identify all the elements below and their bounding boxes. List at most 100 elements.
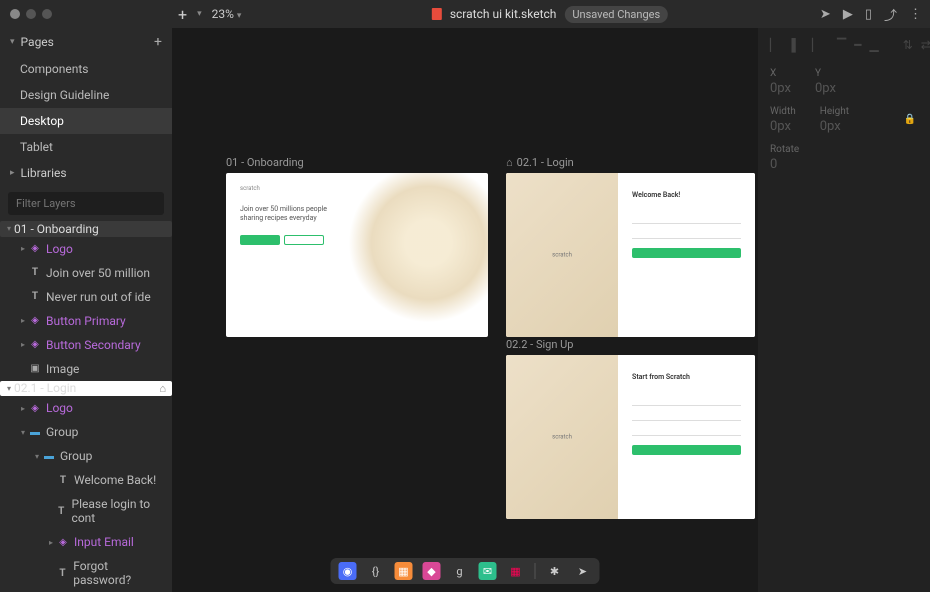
- symbol-icon: ◈: [28, 243, 42, 254]
- login-logo: scratch: [552, 252, 572, 259]
- signup-name-field: [632, 398, 741, 406]
- cursor-icon[interactable]: ➤: [820, 7, 831, 22]
- align-left-icon[interactable]: ▏: [770, 38, 779, 52]
- rotate-value[interactable]: 0: [770, 157, 799, 172]
- chevron-down-icon: ▾: [32, 452, 42, 461]
- folder-icon: ▬: [28, 427, 42, 438]
- layer-artboard-onboarding[interactable]: ▾ 01 - Onboarding: [0, 221, 172, 237]
- align-bottom-icon[interactable]: ▁: [869, 38, 878, 52]
- plugin-dock: ◉ {} ▦ ◆ g ✉ ▦ ✱ ➤: [331, 558, 600, 584]
- signup-title: Start from Scratch: [632, 373, 741, 381]
- layer-artboard-login[interactable]: ▾ 02.1 - Login ⌂: [0, 381, 172, 397]
- layer-button-primary[interactable]: ▸ ◈ Button Primary: [0, 309, 172, 333]
- minimize-dot[interactable]: [26, 9, 36, 19]
- layer-label: Logo: [46, 242, 73, 256]
- align-center-icon[interactable]: ▐: [787, 38, 796, 52]
- layer-group-2[interactable]: ▾ ▬ Group: [0, 444, 172, 468]
- dock-grid-icon[interactable]: ▦: [507, 562, 525, 580]
- layer-text-welcome[interactable]: T Welcome Back!: [0, 468, 172, 492]
- canvas[interactable]: 01 - Onboarding scratch Join over 50 mil…: [172, 28, 758, 592]
- dock-abstract-icon[interactable]: ◆: [423, 562, 441, 580]
- layer-logo[interactable]: ▸ ◈ Logo: [0, 237, 172, 261]
- artboard-label-login[interactable]: ⌂ 02.1 - Login: [506, 156, 755, 169]
- dock-separator: [535, 563, 536, 579]
- artboard-onboarding[interactable]: scratch Join over 50 millions people sha…: [226, 173, 488, 337]
- layer-label: 01 - Onboarding: [14, 222, 99, 236]
- window-controls[interactable]: [10, 9, 52, 19]
- page-item-desktop[interactable]: Desktop: [0, 108, 172, 134]
- text-icon: T: [56, 475, 70, 486]
- chevron-down-icon: ▾: [4, 384, 14, 393]
- dock-slack-icon[interactable]: ✱: [546, 562, 564, 580]
- dock-zeplin-icon[interactable]: ▦: [395, 562, 413, 580]
- close-dot[interactable]: [10, 9, 20, 19]
- height-value[interactable]: 0px: [820, 119, 849, 134]
- play-icon[interactable]: ▶: [843, 7, 853, 22]
- page-item-design-guideline[interactable]: Design Guideline: [0, 82, 172, 108]
- align-right-icon[interactable]: ▕: [804, 38, 813, 52]
- layer-text-please-login[interactable]: T Please login to cont: [0, 492, 172, 530]
- layer-logo-2[interactable]: ▸ ◈ Logo: [0, 396, 172, 420]
- export-icon[interactable]: ⤴: [884, 5, 897, 24]
- layer-label: Image: [46, 362, 79, 376]
- x-value[interactable]: 0px: [770, 81, 791, 96]
- artboard-login[interactable]: scratch Welcome Back!: [506, 173, 755, 337]
- width-value[interactable]: 0px: [770, 119, 796, 134]
- pages-section-header[interactable]: ▾ Pages +: [0, 28, 172, 56]
- signup-submit-button: [632, 445, 741, 455]
- layer-image[interactable]: ▣ Image: [0, 357, 172, 381]
- libraries-section-header[interactable]: ▸ Libraries: [0, 160, 172, 186]
- chevron-down-icon: ▾: [18, 428, 28, 437]
- layer-group-1[interactable]: ▾ ▬ Group: [0, 420, 172, 444]
- dock-g-icon[interactable]: g: [451, 562, 469, 580]
- layer-text-forgot[interactable]: T Forgot password?: [0, 554, 172, 592]
- text-icon: T: [55, 506, 68, 517]
- layer-text-join[interactable]: T Join over 50 million: [0, 261, 172, 285]
- login-password-field: [632, 231, 741, 239]
- more-icon[interactable]: ⋮: [909, 7, 922, 22]
- page-item-components[interactable]: Components: [0, 56, 172, 82]
- width-label: Width: [770, 106, 796, 117]
- layer-label: Logo: [46, 401, 73, 415]
- insert-icon[interactable]: +: [178, 5, 187, 24]
- align-top-icon[interactable]: ▔: [837, 38, 846, 52]
- dock-code-icon[interactable]: {}: [367, 562, 385, 580]
- chevron-down-icon: ▾: [4, 224, 14, 233]
- login-link: [632, 262, 741, 267]
- pages-label: Pages: [21, 35, 54, 49]
- align-middle-icon[interactable]: ━: [854, 38, 861, 52]
- layer-label: Group: [60, 449, 92, 463]
- document-title: scratch ui kit.sketch: [450, 7, 557, 21]
- zoom-level[interactable]: 23% ▾: [212, 7, 242, 21]
- layer-text-never[interactable]: T Never run out of ide: [0, 285, 172, 309]
- login-left-panel: scratch: [506, 173, 618, 337]
- maximize-dot[interactable]: [42, 9, 52, 19]
- insert-chevron-icon[interactable]: ▾: [197, 9, 202, 19]
- layer-label: Input Email: [74, 535, 134, 549]
- layer-label: Never run out of ide: [46, 290, 151, 304]
- layer-input-email[interactable]: ▸ ◈ Input Email: [0, 530, 172, 554]
- onboard-primary-button: [240, 235, 280, 245]
- add-page-icon[interactable]: +: [154, 34, 162, 50]
- lock-icon[interactable]: 🔒: [904, 114, 916, 125]
- device-icon[interactable]: ▯: [865, 7, 872, 22]
- artboard-label-onboarding[interactable]: 01 - Onboarding: [226, 156, 488, 169]
- filter-layers-input[interactable]: [8, 192, 164, 215]
- dock-rocket-icon[interactable]: ➤: [574, 562, 592, 580]
- left-sidebar: ▾ Pages + Components Design Guideline De…: [0, 28, 172, 592]
- artboard-label-signup[interactable]: 02.2 - Sign Up: [506, 338, 755, 351]
- dock-chat-icon[interactable]: ✉: [479, 562, 497, 580]
- distribute-h-icon[interactable]: ⇅: [903, 38, 913, 52]
- artboard-signup[interactable]: scratch Start from Scratch: [506, 355, 755, 519]
- layer-button-secondary[interactable]: ▸ ◈ Button Secondary: [0, 333, 172, 357]
- dock-anima-icon[interactable]: ◉: [339, 562, 357, 580]
- y-value[interactable]: 0px: [815, 81, 836, 96]
- chevron-right-icon: ▸: [18, 404, 28, 413]
- symbol-icon: ◈: [28, 339, 42, 350]
- chevron-right-icon: ▸: [18, 316, 28, 325]
- page-item-tablet[interactable]: Tablet: [0, 134, 172, 160]
- layer-label: 02.1 - Login: [14, 381, 76, 395]
- distribute-v-icon[interactable]: ⇄: [921, 38, 930, 52]
- onboard-logo: scratch: [240, 185, 260, 192]
- image-icon: ▣: [28, 363, 42, 374]
